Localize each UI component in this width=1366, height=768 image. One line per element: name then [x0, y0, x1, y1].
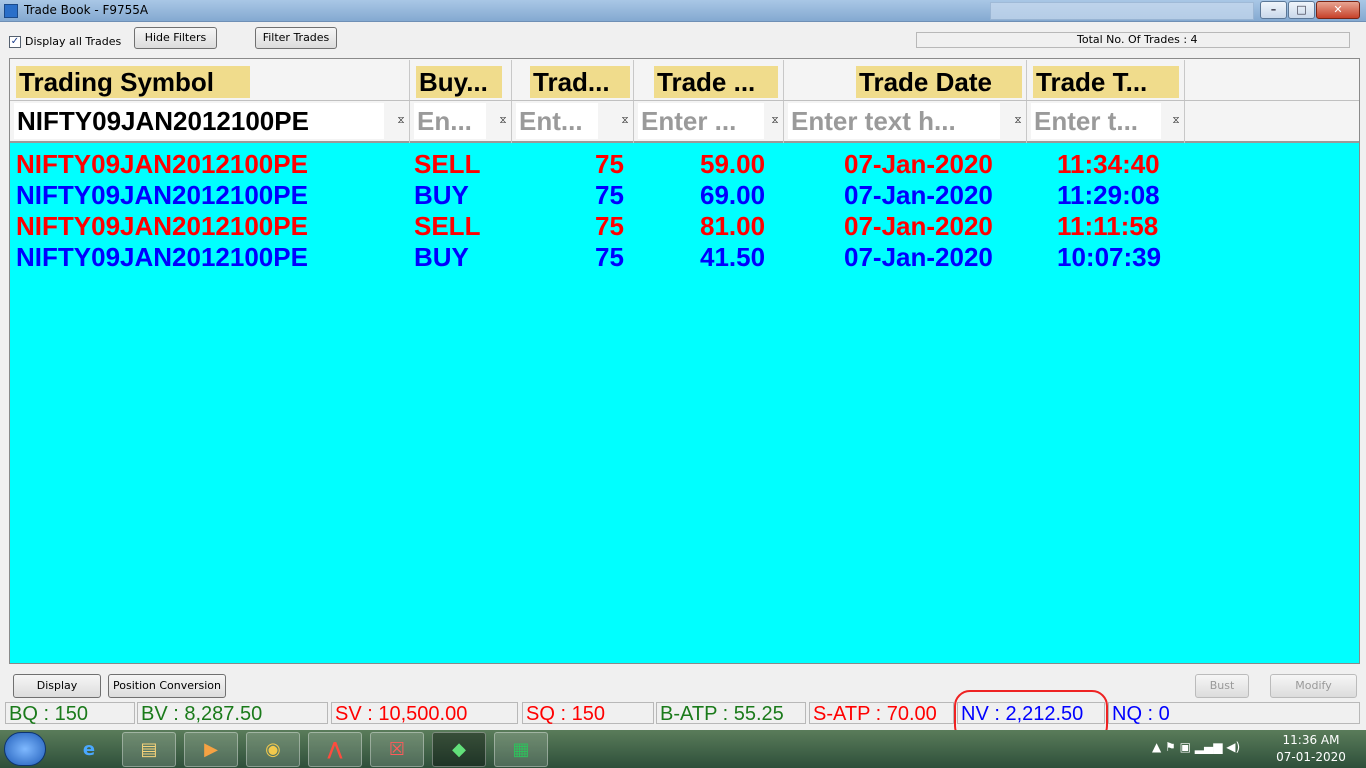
- col-header-label: Trade Date: [856, 66, 1022, 98]
- filter-trades-button[interactable]: Filter Trades: [255, 27, 337, 49]
- total-trades-status: Total No. Of Trades : 4: [916, 32, 1350, 48]
- table-row[interactable]: NIFTY09JAN2012100PE SELL 75 81.00 07-Jan…: [10, 210, 1310, 241]
- cell-symbol: NIFTY09JAN2012100PE: [16, 242, 308, 272]
- filter-input-trading-symbol[interactable]: NIFTY09JAN2012100PE: [14, 103, 384, 139]
- status-buy-atp: B-ATP : 55.25: [656, 702, 806, 725]
- col-header-trade-date[interactable]: Trade Date: [784, 60, 1027, 100]
- cell-symbol: NIFTY09JAN2012100PE: [16, 149, 308, 179]
- table-row[interactable]: NIFTY09JAN2012100PE SELL 75 59.00 07-Jan…: [10, 148, 1310, 179]
- modify-button[interactable]: Modify: [1270, 674, 1357, 698]
- window-title: Trade Book - F9755A: [24, 3, 149, 17]
- trading-app-icon[interactable]: ◆: [432, 732, 486, 767]
- col-header-label: Trade ...: [654, 66, 778, 98]
- excel-icon[interactable]: ▦: [494, 732, 548, 767]
- filter-input-buy-sell[interactable]: En...: [414, 103, 486, 139]
- col-header-trading-symbol[interactable]: Trading Symbol: [10, 60, 410, 100]
- position-conversion-button[interactable]: Position Conversion: [108, 674, 226, 698]
- clock-date[interactable]: 07-01-2020: [1276, 750, 1346, 764]
- trade-grid: Trading Symbol Buy... Trad... Trade ... …: [9, 58, 1360, 664]
- filter-icon[interactable]: ⧖: [769, 115, 781, 127]
- filter-input-trade-qty[interactable]: Ent...: [516, 103, 598, 139]
- status-sell-value: SV : 10,500.00: [331, 702, 518, 725]
- col-header-label: Buy...: [416, 66, 502, 98]
- cell-price: 59.00: [700, 149, 766, 179]
- maximize-button[interactable]: □: [1288, 1, 1315, 19]
- display-button[interactable]: Display: [13, 674, 101, 698]
- filter-input-trade-date[interactable]: Enter text h...: [788, 103, 1000, 139]
- cell-date: 07-Jan-2020: [844, 242, 993, 272]
- status-sell-atp: S-ATP : 70.00: [809, 702, 954, 725]
- cell-date: 07-Jan-2020: [844, 211, 993, 241]
- status-buy-qty: BQ : 150: [5, 702, 135, 725]
- col-header-buy-sell[interactable]: Buy...: [410, 60, 512, 100]
- filter-cell-buy-sell: En... ⧖: [410, 101, 512, 143]
- system-tray-icons[interactable]: ▲ ⚑ ▣ ▂▄▆ ◀): [1152, 740, 1240, 754]
- cell-qty: 75: [595, 211, 624, 241]
- cell-price: 69.00: [700, 180, 766, 210]
- acrobat-icon[interactable]: ⋀: [308, 732, 362, 767]
- app-icon: [4, 4, 18, 18]
- clock-time[interactable]: 11:36 AM: [1276, 733, 1346, 747]
- close-button[interactable]: ✕: [1316, 1, 1360, 19]
- cell-price: 81.00: [700, 211, 766, 241]
- filter-icon[interactable]: ⧖: [497, 115, 509, 127]
- taskbar: e ▤ ▶ ◉ ⋀ ☒ ◆ ▦ ▲ ⚑ ▣ ▂▄▆ ◀) 11:36 AM 07…: [0, 730, 1366, 768]
- display-all-checkbox[interactable]: ✓: [9, 36, 21, 48]
- table-row[interactable]: NIFTY09JAN2012100PE BUY 75 41.50 07-Jan-…: [10, 241, 1310, 272]
- cell-date: 07-Jan-2020: [844, 149, 993, 179]
- filter-icon[interactable]: ⧖: [1170, 115, 1182, 127]
- cell-time: 11:34:40: [1057, 149, 1160, 179]
- status-net-qty: NQ : 0: [1108, 702, 1360, 725]
- bust-button[interactable]: Bust: [1195, 674, 1249, 698]
- explorer-icon[interactable]: ▤: [122, 732, 176, 767]
- minimize-button[interactable]: –: [1260, 1, 1287, 19]
- cell-time: 10:07:39: [1057, 242, 1162, 272]
- background-window-ghost: [990, 2, 1254, 20]
- cell-symbol: NIFTY09JAN2012100PE: [16, 211, 308, 241]
- col-header-trade-time[interactable]: Trade T...: [1027, 60, 1185, 100]
- cell-side: BUY: [414, 242, 469, 272]
- filter-row: NIFTY09JAN2012100PE ⧖ En... ⧖ Ent... ⧖ E…: [10, 101, 1359, 143]
- col-header-label: Trading Symbol: [16, 66, 250, 98]
- filter-icon[interactable]: ⧖: [395, 115, 407, 127]
- col-header-trade-price[interactable]: Trade ...: [634, 60, 784, 100]
- start-button[interactable]: [4, 732, 46, 766]
- filter-cell-trade-date: Enter text h... ⧖: [784, 101, 1027, 143]
- filter-input-trade-time[interactable]: Enter t...: [1031, 103, 1161, 139]
- cell-date: 07-Jan-2020: [844, 180, 993, 210]
- chrome-icon[interactable]: ◉: [246, 732, 300, 767]
- cell-time: 11:11:58: [1057, 211, 1159, 241]
- cell-qty: 75: [595, 180, 624, 210]
- display-all-label: Display all Trades: [25, 35, 122, 48]
- cell-qty: 75: [595, 242, 624, 272]
- filter-cell-trading-symbol: NIFTY09JAN2012100PE ⧖: [10, 101, 410, 143]
- cell-side: BUY: [414, 180, 469, 210]
- cell-side: SELL: [414, 149, 481, 179]
- filter-cell-trade-price: Enter ... ⧖: [634, 101, 784, 143]
- filter-icon[interactable]: ⧖: [1012, 115, 1024, 127]
- ie-icon[interactable]: e: [62, 732, 116, 767]
- title-bar[interactable]: Trade Book - F9755A – □ ✕: [0, 0, 1366, 22]
- status-sell-qty: SQ : 150: [522, 702, 654, 725]
- trade-book-window: Trade Book - F9755A – □ ✕ ✓ Display all …: [0, 0, 1366, 742]
- col-header-trade-qty[interactable]: Trad...: [512, 60, 634, 100]
- hide-filters-button[interactable]: Hide Filters: [134, 27, 217, 49]
- cell-qty: 75: [595, 149, 624, 179]
- filter-icon[interactable]: ⧖: [619, 115, 631, 127]
- cell-symbol: NIFTY09JAN2012100PE: [16, 180, 308, 210]
- cell-price: 41.50: [700, 242, 766, 272]
- filter-cell-trade-qty: Ent... ⧖: [512, 101, 634, 143]
- cell-side: SELL: [414, 211, 481, 241]
- app-icon[interactable]: ☒: [370, 732, 424, 767]
- grid-header: Trading Symbol Buy... Trad... Trade ... …: [10, 59, 1359, 101]
- status-buy-value: BV : 8,287.50: [137, 702, 328, 725]
- filter-input-trade-price[interactable]: Enter ...: [638, 103, 764, 139]
- table-row[interactable]: NIFTY09JAN2012100PE BUY 75 69.00 07-Jan-…: [10, 179, 1310, 210]
- col-header-label: Trad...: [530, 66, 630, 98]
- filter-cell-trade-time: Enter t... ⧖: [1027, 101, 1185, 143]
- col-header-label: Trade T...: [1033, 66, 1179, 98]
- media-player-icon[interactable]: ▶: [184, 732, 238, 767]
- cell-time: 11:29:08: [1057, 180, 1160, 210]
